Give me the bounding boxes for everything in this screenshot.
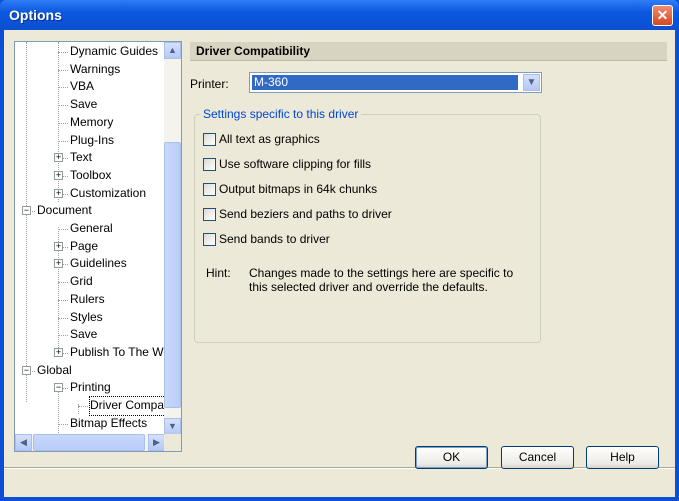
tree-branch-line	[58, 299, 68, 301]
tree-item[interactable]: Text	[70, 149, 92, 167]
collapse-icon[interactable]: −	[22, 365, 31, 375]
ok-button[interactable]: OK	[415, 446, 488, 469]
tree-branch-line	[58, 69, 68, 71]
tree-branch-line	[58, 335, 68, 337]
group-title: Settings specific to this driver	[200, 107, 362, 121]
tree-branch-line	[58, 317, 68, 319]
tree-item[interactable]: Document	[37, 202, 92, 220]
tree-branch-line	[58, 423, 68, 425]
scroll-down-button[interactable]: ▼	[164, 418, 181, 435]
tree-item[interactable]: Global	[37, 362, 72, 380]
dropdown-button[interactable]: ▼	[523, 74, 540, 91]
tree-horizontal-scrollbar[interactable]: ◀ ▶	[15, 434, 165, 451]
tree-branch-line	[58, 229, 68, 230]
tree-item[interactable]: Bitmap Effects	[70, 415, 147, 433]
tree-item[interactable]: Save	[70, 326, 97, 344]
options-tree[interactable]: Dynamic Guides Warnings VBA Save Memory Plug-…	[14, 41, 182, 452]
hint-label: Hint:	[206, 266, 231, 280]
options-dialog: Options ✕ Dynamic Guides Warnings VBA Save M…	[0, 0, 679, 501]
printer-label: Printer:	[190, 77, 229, 91]
tree-item[interactable]: Page	[70, 238, 98, 256]
tree-branch-line	[78, 406, 88, 407]
title-bar[interactable]: Options ✕	[0, 0, 679, 30]
checkbox-label[interactable]: Send bands to driver	[219, 232, 330, 246]
tree-item[interactable]: Grid	[70, 273, 93, 291]
help-button[interactable]: Help	[586, 446, 659, 469]
checkbox-box[interactable]	[203, 183, 216, 196]
tree-item[interactable]: Warnings	[70, 61, 120, 79]
expand-icon[interactable]: +	[54, 241, 63, 251]
close-button[interactable]: ✕	[652, 5, 673, 26]
chevron-up-icon: ▲	[168, 45, 177, 55]
checkbox-label[interactable]: All text as graphics	[219, 132, 320, 146]
tree-branch-line	[58, 105, 68, 107]
checkbox-box[interactable]	[203, 133, 216, 146]
scroll-thumb[interactable]	[164, 142, 181, 408]
tree-item[interactable]: Toolbox	[70, 167, 111, 185]
expand-icon[interactable]: +	[54, 259, 63, 269]
tree-item[interactable]: General	[70, 220, 113, 238]
dialog-client: Dynamic Guides Warnings VBA Save Memory Plug-…	[4, 30, 675, 497]
checkbox-label[interactable]: Output bitmaps in 64k chunks	[219, 182, 377, 196]
checkbox-box[interactable]	[203, 208, 216, 221]
panel-header: Driver Compatibility	[190, 42, 667, 61]
tree-item[interactable]: Customization	[70, 185, 146, 203]
window-title: Options	[9, 7, 62, 23]
checkbox-label[interactable]: Send beziers and paths to driver	[219, 207, 392, 221]
checkbox-box[interactable]	[203, 158, 216, 171]
tree-rows: Dynamic Guides Warnings VBA Save Memory Plug-…	[15, 42, 165, 435]
chevron-down-icon: ▼	[168, 421, 177, 431]
tree-item[interactable]: Guidelines	[70, 255, 127, 273]
expand-icon[interactable]: +	[54, 170, 63, 180]
chevron-left-icon: ◀	[20, 437, 27, 447]
checkbox-box[interactable]	[203, 233, 216, 246]
tree-vertical-scrollbar[interactable]: ▲ ▼	[164, 42, 181, 435]
tree-item[interactable]: Dynamic Guides	[70, 43, 158, 61]
tree-guide-line	[26, 42, 27, 402]
tree-branch-line	[58, 282, 68, 284]
expand-icon[interactable]: +	[54, 347, 63, 357]
chevron-down-icon: ▼	[526, 77, 537, 88]
scroll-corner	[164, 434, 181, 451]
tree-branch-line	[58, 52, 68, 53]
tree-guide-line	[58, 387, 59, 435]
close-icon: ✕	[656, 7, 669, 23]
expand-icon[interactable]: +	[54, 188, 63, 198]
driver-settings-group	[194, 114, 541, 343]
button-separator	[4, 467, 675, 469]
tree-item[interactable]: Rulers	[70, 291, 105, 309]
scroll-right-button[interactable]: ▶	[148, 434, 165, 451]
collapse-icon[interactable]: −	[54, 383, 63, 393]
checkbox-label[interactable]: Use software clipping for fills	[219, 157, 371, 171]
tree-branch-line	[58, 122, 68, 124]
tree-item[interactable]: Memory	[70, 114, 113, 132]
tree-item[interactable]: VBA	[70, 78, 94, 96]
printer-value: M-360	[252, 75, 518, 90]
expand-icon[interactable]: +	[54, 153, 63, 163]
scroll-up-button[interactable]: ▲	[164, 42, 181, 59]
tree-item[interactable]: Plug-Ins	[70, 132, 114, 150]
tree-branch-line	[58, 87, 68, 89]
collapse-icon[interactable]: −	[22, 206, 31, 216]
tree-item[interactable]: Save	[70, 96, 97, 114]
tree-item[interactable]: Publish To The We	[70, 344, 165, 362]
tree-item[interactable]: Printing	[70, 379, 111, 397]
tree-branch-line	[58, 140, 68, 142]
tree-item[interactable]: Styles	[70, 309, 103, 327]
horizontal-scroll-thumb[interactable]	[33, 434, 145, 451]
cancel-button[interactable]: Cancel	[501, 446, 574, 469]
scroll-left-button[interactable]: ◀	[15, 434, 32, 451]
tree-item[interactable]: Driver Compat	[88, 396, 165, 416]
chevron-right-icon: ▶	[153, 437, 160, 447]
printer-select[interactable]: M-360 ▼	[249, 72, 542, 93]
hint-text: Changes made to the settings here are sp…	[249, 266, 514, 294]
